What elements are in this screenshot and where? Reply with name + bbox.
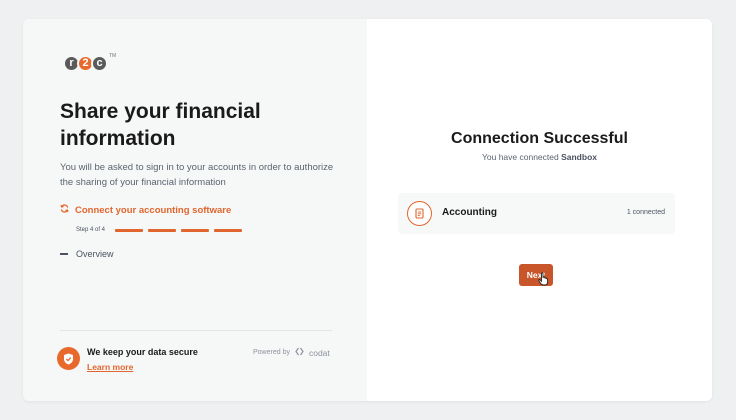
logo-letter-c: c (91, 54, 108, 72)
codat-logo-icon (295, 347, 304, 358)
right-panel: Connection Successful You have connected… (367, 19, 712, 401)
r2c-logo: r 2 c TM (63, 53, 116, 73)
progress-segment (214, 228, 243, 232)
powered-by-codat: Powered by codat (253, 347, 330, 358)
document-icon (407, 201, 432, 226)
learn-more-link[interactable]: Learn more (87, 362, 133, 372)
left-panel: r 2 c TM Share your financial informatio… (23, 19, 367, 401)
progress-segment (148, 228, 177, 232)
step-progress: Step 4 of 4 (76, 227, 243, 233)
refresh-icon (60, 204, 69, 216)
powered-by-label: Powered by (253, 349, 290, 356)
divider (60, 330, 332, 331)
logo-trademark: TM (109, 53, 117, 59)
dash-icon (60, 253, 68, 255)
connection-card: r 2 c TM Share your financial informatio… (23, 19, 712, 401)
hand-cursor-icon (538, 272, 550, 286)
shield-check-icon (57, 347, 80, 370)
overview-label: Overview (76, 249, 114, 259)
progress-label: Step 4 of 4 (76, 227, 106, 233)
connection-subtitle-prefix: You have connected (481, 152, 559, 162)
integration-row-accounting[interactable]: Accounting 1 connected (398, 193, 675, 234)
step-label: Connect your accounting software (75, 204, 232, 216)
progress-segment (181, 228, 210, 232)
step-overview: Overview (60, 249, 114, 259)
step-connect-accounting: Connect your accounting software (60, 204, 231, 216)
connection-title: Connection Successful (451, 130, 628, 147)
codat-name: codat (308, 347, 330, 358)
progress-segment (115, 228, 144, 232)
integration-status: 1 connected (626, 209, 665, 216)
connected-company-name: Sandbox (561, 152, 597, 162)
integration-label: Accounting (442, 207, 497, 218)
connection-subtitle: You have connected Sandbox (367, 152, 712, 162)
security-title: We keep your data secure (87, 347, 198, 357)
page-subtitle: You will be asked to sign in to your acc… (60, 162, 334, 188)
page-title: Share your financial information (60, 100, 261, 150)
